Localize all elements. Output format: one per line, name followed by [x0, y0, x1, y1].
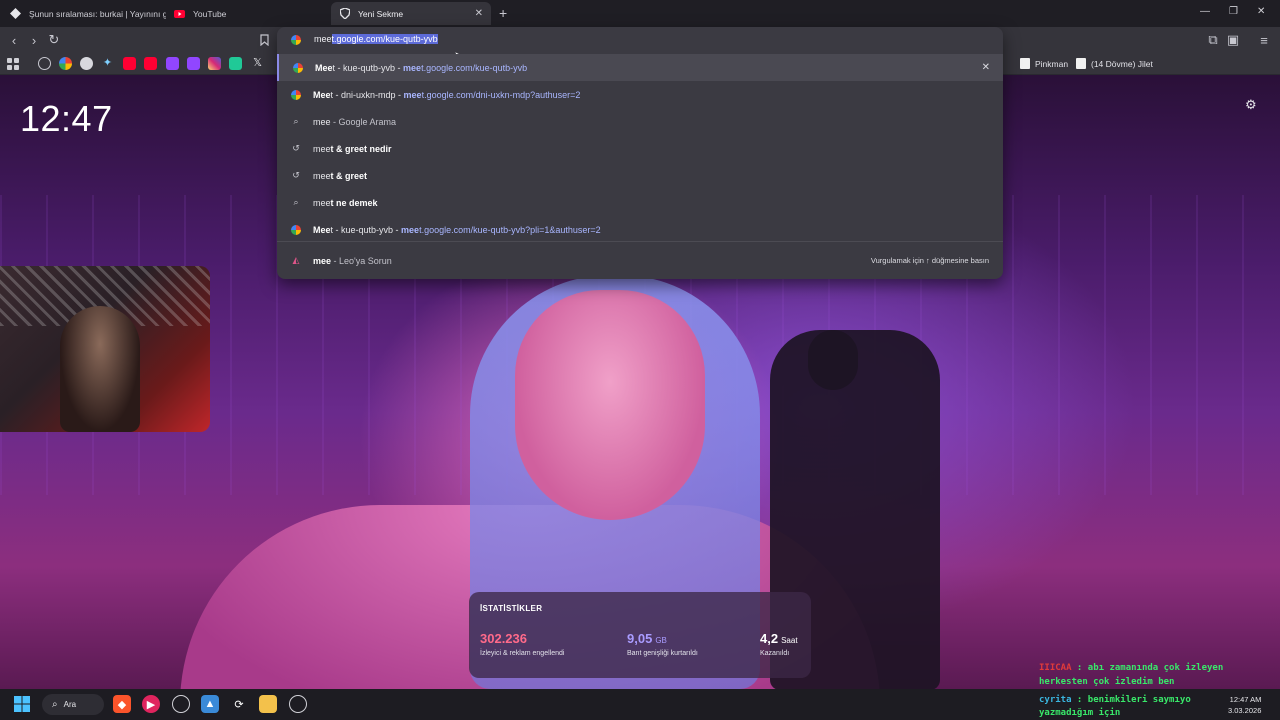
stat-label: Kazanıldı: [760, 650, 790, 657]
restore-icon[interactable]: ❐: [1229, 6, 1238, 17]
youtube-icon: [174, 8, 185, 19]
reload-icon[interactable]: ↻: [46, 32, 62, 48]
webcam-overlay: [0, 266, 210, 432]
file-explorer-icon[interactable]: [259, 695, 277, 713]
back-icon[interactable]: ‹: [6, 32, 22, 48]
stat-unit: GB: [655, 636, 667, 645]
windows-start-icon[interactable]: [13, 695, 31, 713]
stats-title: İSTATİSTİKLER: [480, 604, 543, 613]
wallet-icon[interactable]: ▣: [1225, 32, 1241, 48]
stat-label: İzleyici & reklam engellendi: [480, 650, 565, 657]
chat-message: IIICAA : abı zamanında çok izleyen: [1039, 663, 1224, 673]
apps-grid-icon[interactable]: [7, 57, 20, 70]
google-icon: [291, 89, 301, 100]
menu-icon[interactable]: ≡: [1256, 32, 1272, 48]
close-tab-icon[interactable]: ✕: [475, 8, 483, 19]
taskbar-search[interactable]: ⌕ Ara: [42, 694, 104, 715]
stat-time-saved: 4,2 Saat Kazanıldı: [760, 630, 798, 657]
google-icon: [291, 35, 301, 45]
bookmark-icon[interactable]: [256, 32, 272, 48]
keyboard-hint: Vurgulamak için ↑ düğmesine basın: [870, 256, 989, 265]
page-icon: [1020, 58, 1030, 69]
address-bar[interactable]: meet.google.com/kue-qutb-yvb: [277, 27, 1003, 53]
suggestion-row[interactable]: Meet - kue-qutb-yvb - meet.google.com/ku…: [277, 216, 1003, 243]
youtube-bookmark-icon[interactable]: [123, 57, 136, 70]
chat-message: cyrita : benimkileri saymıyo: [1039, 695, 1191, 705]
tab-youtube[interactable]: YouTube: [166, 2, 330, 25]
google-bookmark-icon[interactable]: [59, 57, 72, 70]
twitch-bookmark-icon[interactable]: [166, 57, 179, 70]
google-icon: [293, 62, 303, 73]
suggestion-row[interactable]: Meet - dni-uxkn-mdp - meet.google.com/dn…: [277, 81, 1003, 108]
tab-title: Şunun sıralaması: burkai | Yayınını gü: [29, 8, 166, 19]
twitch-bookmark-icon-2[interactable]: [187, 57, 200, 70]
new-tab-clock: 12:47: [20, 98, 113, 139]
brave-shield-icon: [339, 8, 350, 19]
wallpaper-figure-face: [515, 290, 705, 520]
suggestion-row[interactable]: ⌕ meet ne demek: [277, 189, 1003, 216]
close-window-icon[interactable]: ✕: [1257, 6, 1265, 17]
search-icon: ⌕: [52, 699, 58, 710]
chat-message-cont: yazmadığım için: [1039, 708, 1121, 718]
stat-bandwidth-saved: 9,05 GB Bant genişliği kurtarıldı: [627, 630, 698, 657]
tab-title: Yeni Sekme: [358, 8, 404, 19]
stats-card: İSTATİSTİKLER 302.236 İzleyici & reklam …: [469, 592, 811, 678]
kick-bookmark-icon[interactable]: [229, 57, 242, 70]
new-tab-button[interactable]: +: [499, 5, 507, 21]
stat-trackers-blocked: 302.236 İzleyici & reklam engellendi: [480, 630, 564, 657]
webcam-person: [60, 306, 140, 432]
stat-label: Bant genişliği kurtarıldı: [627, 650, 698, 657]
leo-icon: ◭: [292, 255, 300, 265]
chat-message-cont: herkesten çok izledim ben: [1039, 677, 1175, 687]
minimize-icon[interactable]: —: [1200, 6, 1210, 17]
tab-title: YouTube: [193, 8, 227, 19]
history-icon: ↺: [292, 170, 300, 180]
gemini-bookmark-icon[interactable]: ✦: [101, 57, 114, 70]
bookmark-dovme-jilet[interactable]: (14 Dövme) Jilet: [1076, 58, 1153, 69]
wallpaper-silhouette-head: [808, 330, 858, 390]
tab-new-tab[interactable]: Yeni Sekme ✕: [331, 2, 491, 25]
search-icon: ⌕: [293, 116, 299, 126]
bookmark-pinkman[interactable]: Pinkman: [1020, 58, 1068, 69]
stat-unit: Saat: [781, 636, 798, 645]
photos-icon[interactable]: ▲: [201, 695, 219, 713]
stat-value: 302.236: [480, 631, 527, 646]
sync-icon[interactable]: ⟳: [230, 695, 248, 713]
history-icon: ↺: [292, 143, 300, 153]
brave-browser-icon[interactable]: ◆: [113, 695, 131, 713]
tab-strip: Şunun sıralaması: burkai | Yayınını gü Y…: [0, 0, 1280, 27]
page-icon: [1076, 58, 1086, 69]
tab-favicon-icon: [10, 8, 21, 19]
history-bookmark-icon[interactable]: [38, 57, 51, 70]
youtube-bookmark-icon-2[interactable]: [144, 57, 157, 70]
suggestion-row[interactable]: Meet - kue-qutb-yvb - meet.google.com/ku…: [277, 54, 1003, 81]
chatgpt-bookmark-icon[interactable]: [80, 57, 93, 70]
media-player-icon[interactable]: ▶: [142, 695, 160, 713]
address-input[interactable]: meet.google.com/kue-qutb-yvb: [314, 34, 438, 44]
forward-icon[interactable]: ›: [26, 32, 42, 48]
suggestion-row[interactable]: ↺ meet & greet: [277, 162, 1003, 189]
search-icon: ⌕: [293, 197, 299, 207]
obs-icon[interactable]: [172, 695, 190, 713]
system-clock[interactable]: 12:47 AM 3.03.2026: [1228, 694, 1261, 716]
google-icon: [291, 224, 301, 235]
extensions-icon[interactable]: ⧉: [1205, 32, 1221, 48]
suggestion-row[interactable]: ↺ meet & greet nedir: [277, 135, 1003, 162]
customize-gear-icon[interactable]: ⚙: [1245, 97, 1257, 113]
instagram-bookmark-icon[interactable]: [208, 57, 221, 70]
stat-value: 4,2: [760, 631, 779, 646]
divider: [277, 241, 1003, 242]
leo-suggestion-row[interactable]: ◭ mee - Leo'ya Sorun Vurgulamak için ↑ d…: [277, 247, 1003, 274]
omnibox-dropdown: meet.google.com/kue-qutb-yvb ➤ Meet - ku…: [277, 27, 1003, 279]
stat-value: 9,05: [627, 631, 653, 646]
steam-icon[interactable]: [289, 695, 307, 713]
tab-twitch-stats[interactable]: Şunun sıralaması: burkai | Yayınını gü: [2, 2, 166, 25]
autocomplete-selection: t.google.com/kue-qutb-yvb: [331, 34, 438, 44]
suggestion-row[interactable]: ⌕ mee - Google Arama: [277, 108, 1003, 135]
x-bookmark-icon[interactable]: 𝕏: [251, 57, 264, 70]
remove-suggestion-icon[interactable]: ✕: [982, 62, 990, 73]
